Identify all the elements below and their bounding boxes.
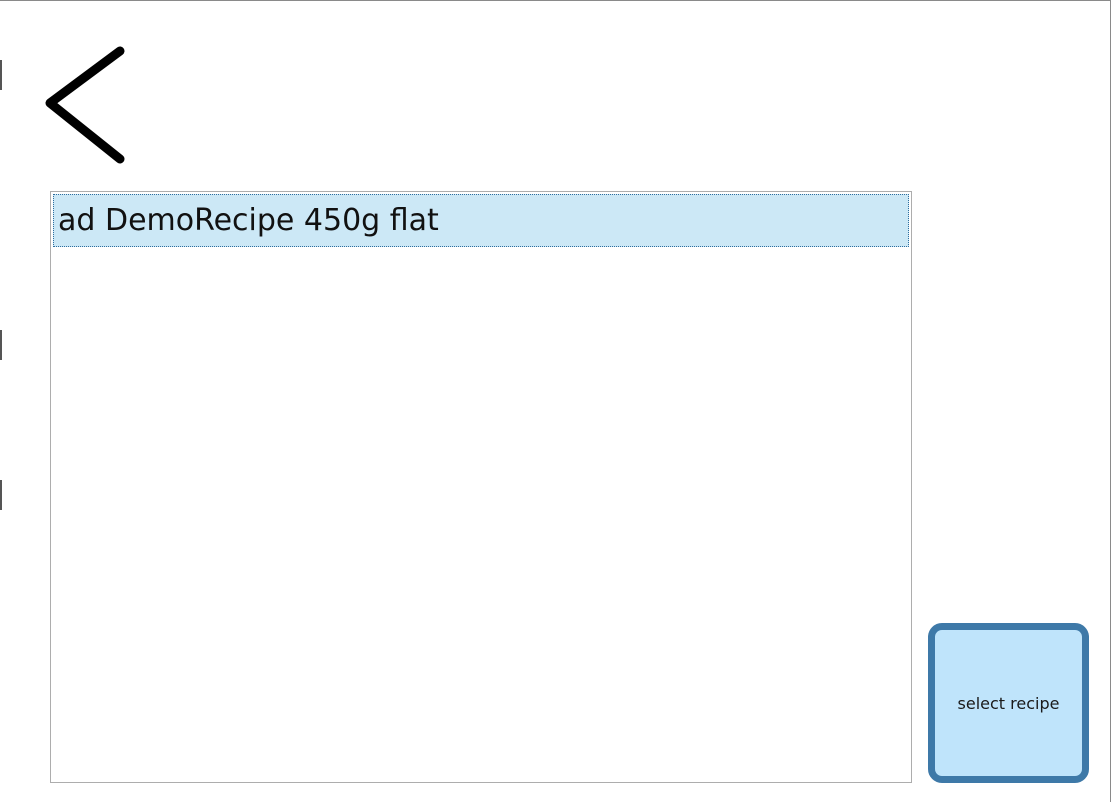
- recipe-list-item[interactable]: ad DemoRecipe 450g flat: [53, 194, 909, 247]
- recipe-list[interactable]: ad DemoRecipe 450g flat: [50, 191, 912, 783]
- recipe-list-item-label: ad DemoRecipe 450g flat: [58, 202, 439, 238]
- window-edge-mark: [0, 330, 2, 360]
- window-edge-mark: [0, 60, 2, 90]
- window-edge-mark: [0, 480, 2, 510]
- select-recipe-button-label: select recipe: [957, 693, 1060, 713]
- chevron-left-icon: [45, 46, 125, 164]
- back-button[interactable]: [36, 40, 136, 170]
- select-recipe-button[interactable]: select recipe: [928, 623, 1089, 783]
